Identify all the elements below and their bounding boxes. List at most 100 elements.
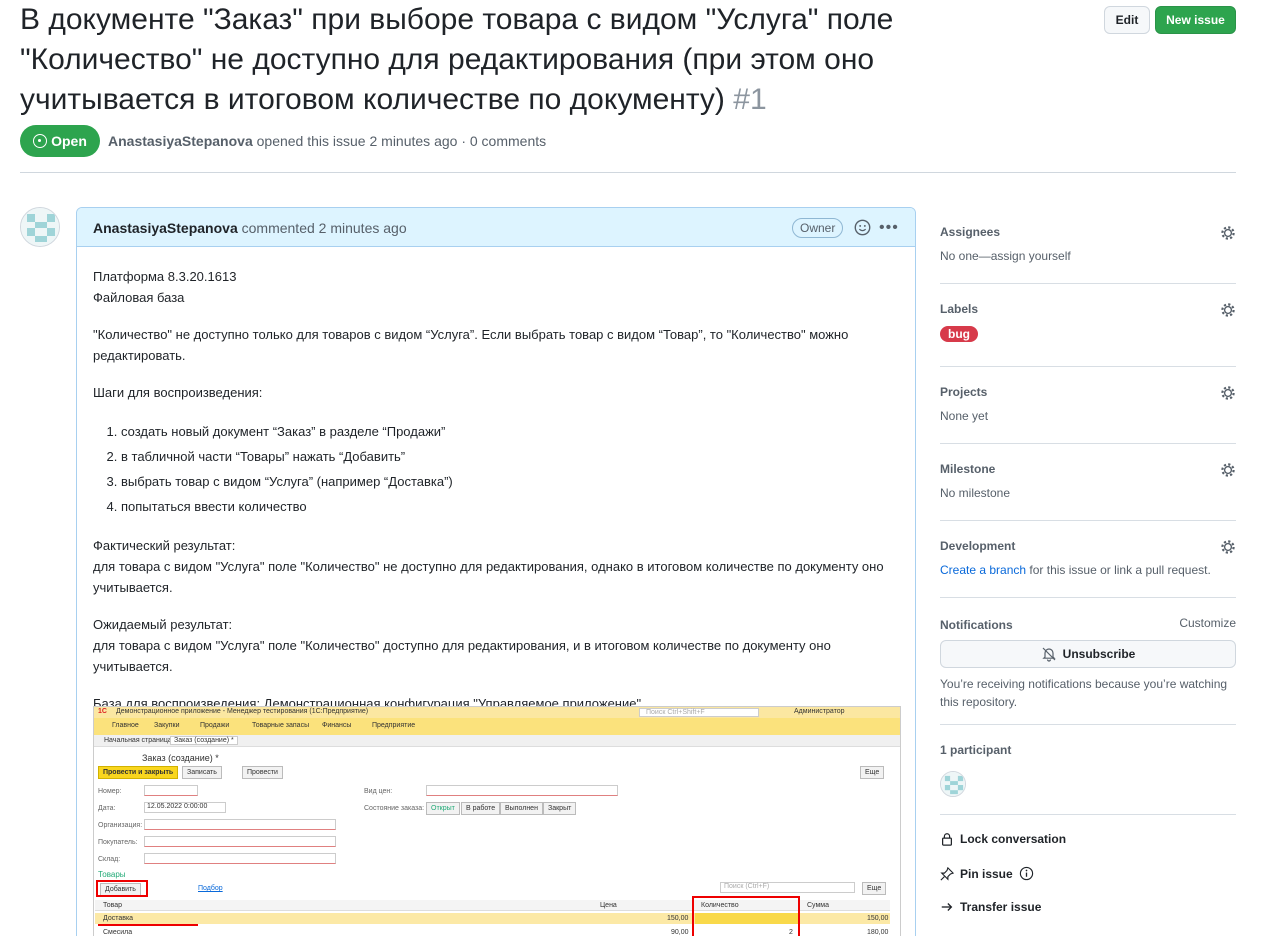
number-field[interactable] [144,785,198,796]
assignees-value[interactable]: No one—assign yourself [940,249,1236,263]
post-button[interactable]: Провести [242,766,283,779]
issue-author-link[interactable]: AnastasiyaStepanova [108,133,253,149]
avatar[interactable] [20,207,60,247]
expected-text: для товара с видом "Услуга" поле "Количе… [93,638,831,674]
lock-conversation-label: Lock conversation [960,832,1067,846]
doc-title: Заказ (создание) * [142,753,219,763]
state-closed[interactable]: Закрыт [543,802,577,815]
gear-icon[interactable] [1220,302,1236,318]
app-tab[interactable]: Начальная страница [104,737,172,744]
divider [20,172,1236,173]
kebab-icon[interactable]: ••• [879,219,899,237]
field-label: Склад: [98,856,121,863]
pin-issue-label: Pin issue [960,866,1013,881]
pin-issue-action[interactable]: Pin issue [940,866,1034,881]
transfer-issue-action[interactable]: Transfer issue [940,900,1041,914]
assignees-title[interactable]: Assignees [940,225,1236,239]
menu-item[interactable]: Предприятие [372,722,415,729]
column-header[interactable]: Цена [600,902,617,909]
edit-button[interactable]: Edit [1104,6,1150,34]
state-done[interactable]: Выполнен [500,802,543,815]
bug-label[interactable]: bug [940,326,978,342]
field-label: Дата: [98,805,116,812]
menu-item[interactable]: Финансы [322,722,351,729]
gear-icon[interactable] [1220,539,1236,555]
gear-icon[interactable] [1220,225,1236,241]
cell-price: 90,00 [671,929,689,936]
participants-title: 1 participant [940,743,1012,757]
status-badge: Open [20,125,100,157]
notifications-title: Notifications [940,618,1013,632]
field-label: Номер: [98,788,122,795]
issue-meta: AnastasiyaStepanova opened this issue 2 … [108,133,546,149]
labels-title[interactable]: Labels [940,302,1236,316]
list-item: выбрать товар с видом “Услуга” (например… [121,469,893,494]
customize-link[interactable]: Customize [1179,616,1236,630]
menu-item[interactable]: Продажи [200,722,229,729]
goods-title: Товары [98,870,126,879]
field-label: Покупатель: [98,839,138,846]
milestone-title[interactable]: Milestone [940,462,1236,476]
list-item: создать новый документ “Заказ” в разделе… [121,419,893,444]
gear-icon[interactable] [1220,385,1236,401]
org-field[interactable] [144,819,336,830]
app-window-title: Демонстрационное приложение - Менеджер т… [116,708,369,715]
app-tabs: Начальная страница Заказ (создание) * [94,735,900,747]
buyer-field[interactable] [144,836,336,847]
smiley-icon[interactable] [854,219,871,236]
development-title[interactable]: Development [940,539,1236,553]
state-open[interactable]: Открыт [426,802,460,815]
comment-author-link[interactable]: AnastasiyaStepanova [93,220,238,236]
new-issue-button[interactable]: New issue [1155,6,1236,34]
menu-item[interactable]: Закупки [154,722,180,729]
bell-slash-icon [1042,647,1056,662]
selection-link[interactable]: Подбор [198,885,223,892]
highlight-box [692,896,800,936]
intro-paragraph: "Количество" не доступно только для това… [93,327,849,363]
gear-icon[interactable] [1220,462,1236,478]
more-button[interactable]: Еще [860,766,885,779]
unsubscribe-button[interactable]: Unsubscribe [940,640,1236,668]
projects-value: None yet [940,409,989,423]
date-field[interactable]: 12.05.2022 0:00:00 [144,802,226,813]
identicon-icon [941,772,965,796]
platform-line: Платформа 8.3.20.1613 [93,269,237,284]
table-more-button[interactable]: Еще [862,882,887,895]
divider [940,814,1236,815]
app-user[interactable]: Администратор [794,708,845,715]
table-search-input[interactable]: Поиск (Ctrl+F) [720,882,855,893]
unsubscribe-label: Unsubscribe [1062,647,1136,661]
field-label: Состояние заказа: [364,805,425,812]
post-close-button[interactable]: Провести и закрыть [98,766,179,779]
info-icon[interactable] [1019,866,1034,881]
cell-item: Смесила [103,929,133,936]
lock-icon [942,833,952,846]
price-type-field[interactable] [426,785,618,796]
write-button[interactable]: Записать [182,766,222,779]
attached-screenshot[interactable]: 1С Демонстрационное приложение - Менедже… [93,706,901,936]
menu-item[interactable]: Главное [112,722,139,729]
comment-author-line: AnastasiyaStepanova commented 2 minutes … [93,220,407,236]
projects-title[interactable]: Projects [940,385,1236,399]
app-tab-active[interactable]: Заказ (создание) * [170,736,238,745]
column-header[interactable]: Сумма [807,902,829,909]
transfer-issue-label: Transfer issue [960,900,1042,914]
app-titlebar: 1С Демонстрационное приложение - Менедже… [94,707,900,718]
issue-opened-text: opened this issue 2 minutes ago · 0 comm… [256,133,547,149]
comment-header: AnastasiyaStepanova commented 2 minutes … [77,208,915,247]
menu-item[interactable]: Товарные запасы [252,722,309,729]
sidebar-labels: Labels bug [940,302,1236,346]
lock-conversation-action[interactable]: Lock conversation [940,832,1066,846]
comment-time[interactable]: commented 2 minutes ago [242,220,407,236]
participant-avatar[interactable] [940,771,966,797]
comment-box: AnastasiyaStepanova commented 2 minutes … [76,207,916,936]
column-header[interactable]: Товар [103,902,122,909]
sidebar-development: Development Create a branch for this iss… [940,539,1236,579]
state-inwork[interactable]: В работе [461,802,501,815]
app-search-input[interactable]: Поиск Ctrl+Shift+F [639,708,759,717]
warehouse-field[interactable] [144,853,336,864]
identicon-icon [21,208,59,246]
divider [940,597,1236,598]
create-branch-link[interactable]: Create a branch [940,563,1026,577]
actual-text: для товара с видом "Услуга" поле "Количе… [93,559,884,595]
